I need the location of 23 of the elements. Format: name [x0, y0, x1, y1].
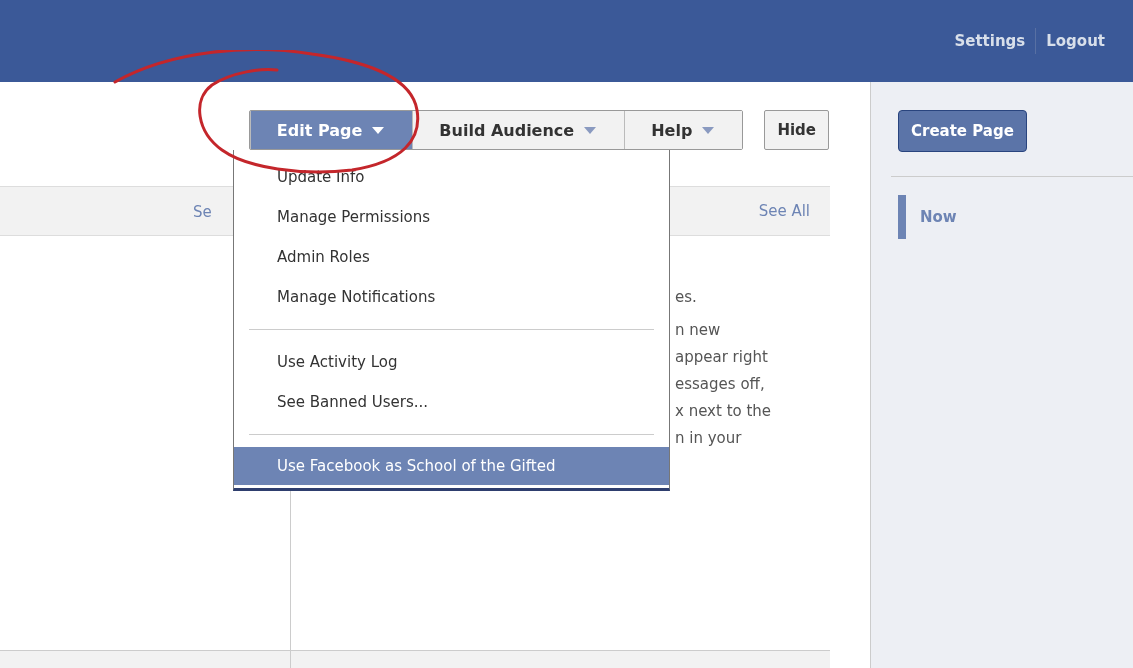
menu-item[interactable]: Use Activity Log	[234, 342, 669, 382]
description-text: essages off,	[675, 374, 766, 395]
menu-item[interactable]: Admin Roles	[234, 237, 669, 277]
description-text: appear right	[675, 347, 769, 368]
menu-item[interactable]: See Banned Users...	[234, 382, 669, 422]
menu-button[interactable]: Build Audience	[412, 111, 625, 149]
menu-item[interactable]: Use Facebook as School of the Gifted	[234, 447, 669, 485]
description-text: es.	[675, 287, 698, 308]
hide-button[interactable]: Hide	[764, 110, 829, 150]
menu-item[interactable]: Manage Notifications	[234, 277, 669, 317]
top-link[interactable]: Settings	[944, 28, 1036, 54]
top-link[interactable]: Logout	[1035, 28, 1115, 54]
menu-button[interactable]: Help	[624, 111, 743, 149]
description-text: n new	[675, 320, 722, 341]
menu-button[interactable]: Edit Page	[249, 111, 413, 149]
caret-icon	[372, 126, 385, 134]
caret-icon	[584, 126, 597, 134]
create-page-button[interactable]: Create Page	[898, 110, 1027, 152]
description-text: n in your	[675, 428, 743, 449]
see-all-link[interactable]: See All	[758, 202, 810, 220]
description-text: x next to the	[675, 401, 773, 422]
menu-item[interactable]: Manage Permissions	[234, 197, 669, 237]
caret-icon	[702, 126, 715, 134]
